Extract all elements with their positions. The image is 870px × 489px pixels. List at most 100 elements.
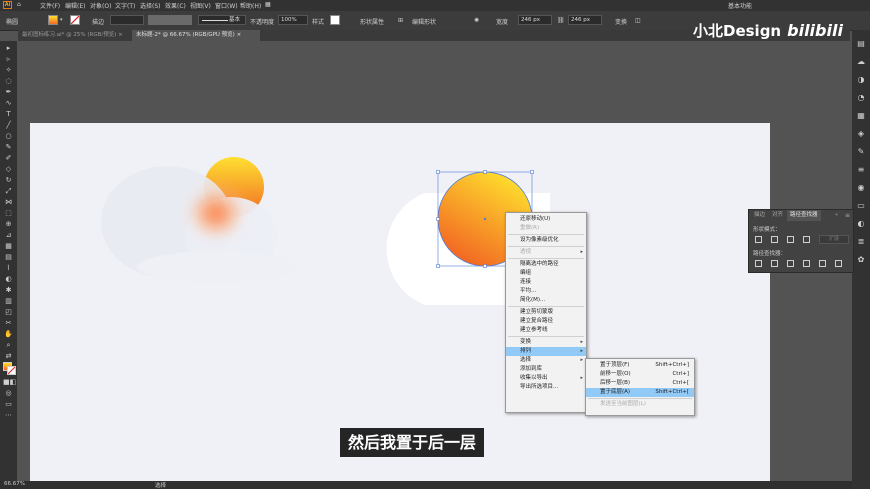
menu-item[interactable]: 建立剪切蒙版 bbox=[506, 308, 586, 317]
swatches-icon[interactable]: ▦ bbox=[856, 112, 866, 120]
menu-edit[interactable]: 编辑(E) bbox=[65, 1, 85, 10]
color-guide-icon[interactable]: ◔ bbox=[856, 94, 866, 102]
panel-collapse-icon[interactable]: « bbox=[835, 212, 838, 218]
menu-item[interactable]: 连接 bbox=[506, 278, 586, 287]
close-icon[interactable]: × bbox=[118, 32, 123, 38]
unite-icon[interactable] bbox=[755, 236, 762, 243]
hand-tool-icon[interactable]: ✋ bbox=[3, 330, 14, 338]
menu-item[interactable]: 建立复合路径 bbox=[506, 317, 586, 326]
stroke-color-swatch[interactable] bbox=[7, 366, 16, 375]
width-tool-icon[interactable]: ⋈ bbox=[3, 198, 14, 206]
mesh-tool-icon[interactable]: ▦ bbox=[3, 242, 14, 250]
direct-selection-tool-icon[interactable]: ▹ bbox=[3, 55, 14, 63]
menu-help[interactable]: 帮助(H) bbox=[240, 1, 261, 10]
menu-type[interactable]: 文字(T) bbox=[115, 1, 135, 10]
menu-item[interactable]: 平均... bbox=[506, 287, 586, 296]
color-icon[interactable]: ◑ bbox=[856, 76, 866, 84]
menu-item[interactable]: 简化(M)... bbox=[506, 296, 586, 305]
workspace-switcher[interactable]: 基本功能 bbox=[728, 1, 752, 10]
menu-item[interactable]: 选择 ▸ bbox=[506, 356, 586, 365]
selection-tool-icon[interactable]: ▸ bbox=[3, 44, 14, 52]
tab-stroke[interactable]: 描边 bbox=[751, 210, 768, 221]
stroke-panel-icon[interactable]: ≣ bbox=[856, 238, 866, 246]
opacity-input[interactable]: 100% bbox=[278, 15, 308, 25]
symbols-icon[interactable]: ✿ bbox=[856, 256, 866, 264]
eyedropper-icon[interactable]: ⌇ bbox=[3, 264, 14, 272]
edit-shape-button[interactable]: 编辑形状 bbox=[412, 17, 436, 26]
tab-pathfinder[interactable]: 路径查找器 bbox=[787, 210, 821, 221]
menu-item[interactable]: 置于底层(A) Shift+Ctrl+[ bbox=[586, 388, 694, 397]
menu-item[interactable]: 导出所选项目... bbox=[506, 383, 586, 392]
close-icon[interactable]: × bbox=[237, 32, 242, 38]
menu-file[interactable]: 文件(F) bbox=[40, 1, 60, 10]
menu-item[interactable]: 添加到库 bbox=[506, 365, 586, 374]
align-icon[interactable]: ⊞ bbox=[398, 17, 403, 24]
scale-tool-icon[interactable]: ⤢ bbox=[3, 187, 14, 195]
merge-icon[interactable] bbox=[787, 260, 794, 267]
free-transform-icon[interactable]: ⬚ bbox=[3, 209, 14, 217]
menu-view[interactable]: 视图(V) bbox=[190, 1, 211, 10]
stroke-weight-input[interactable] bbox=[110, 15, 144, 25]
minus-front-icon[interactable] bbox=[771, 236, 778, 243]
curvature-tool-icon[interactable]: ∿ bbox=[3, 99, 14, 107]
width-input[interactable]: 246 px bbox=[518, 15, 552, 25]
perspective-grid-icon[interactable]: ⊿ bbox=[3, 231, 14, 239]
gradient-tool-icon[interactable]: ▤ bbox=[3, 253, 14, 261]
crop-icon[interactable] bbox=[803, 260, 810, 267]
blend-tool-icon[interactable]: ◐ bbox=[3, 275, 14, 283]
libraries-icon[interactable]: ☁ bbox=[856, 58, 866, 66]
home-icon[interactable]: ⌂ bbox=[17, 1, 21, 8]
menu-effect[interactable]: 效果(C) bbox=[165, 1, 186, 10]
line-tool-icon[interactable]: ╱ bbox=[3, 121, 14, 129]
symbol-sprayer-icon[interactable]: ✱ bbox=[3, 286, 14, 294]
menu-select[interactable]: 选择(S) bbox=[140, 1, 161, 10]
menu-object[interactable]: 对象(O) bbox=[90, 1, 111, 10]
color-mode-icons[interactable]: ■◧ bbox=[3, 378, 16, 386]
shaper-tool-icon[interactable]: ✐ bbox=[3, 154, 14, 162]
draw-mode-icon[interactable]: ◎ bbox=[3, 389, 14, 397]
menu-item[interactable]: 后移一层(B) Ctrl+[ bbox=[586, 379, 694, 388]
paintbrush-icon[interactable]: ✎ bbox=[3, 143, 14, 151]
divide-icon[interactable] bbox=[755, 260, 762, 267]
brushes-icon[interactable]: ✎ bbox=[856, 148, 866, 156]
menu-item[interactable]: 隔离选中的路径 bbox=[506, 260, 586, 269]
shape-builder-icon[interactable]: ⊕ bbox=[3, 220, 14, 228]
transparency-icon[interactable]: ◐ bbox=[856, 220, 866, 228]
zoom-level[interactable]: 66.67% bbox=[4, 481, 25, 487]
isolate-icon[interactable]: ◫ bbox=[635, 17, 641, 24]
trim-icon[interactable] bbox=[771, 260, 778, 267]
menu-item[interactable]: 设为像素级优化 bbox=[506, 236, 586, 245]
transform-label[interactable]: 变换 bbox=[615, 17, 627, 26]
workspace-grid-icon[interactable]: ▦ bbox=[265, 1, 271, 8]
artboard-tool-icon[interactable]: ◰ bbox=[3, 308, 14, 316]
menu-item[interactable]: 还原移动(U) bbox=[506, 215, 586, 224]
menu-item[interactable]: 变换 ▸ bbox=[506, 338, 586, 347]
rotate-tool-icon[interactable]: ↻ bbox=[3, 176, 14, 184]
properties-icon[interactable]: ▤ bbox=[856, 40, 866, 48]
link-proportions-icon[interactable]: ⛓ bbox=[557, 17, 565, 24]
fill-swatch[interactable] bbox=[48, 15, 58, 25]
tab-document-1[interactable]: 最初图标练习.ai* @ 25% (RGB/预览) × bbox=[18, 30, 130, 41]
menu-window[interactable]: 窗口(W) bbox=[215, 1, 238, 10]
column-graph-icon[interactable]: ▥ bbox=[3, 297, 14, 305]
eraser-icon[interactable]: ◇ bbox=[3, 165, 14, 173]
exclude-icon[interactable] bbox=[803, 236, 810, 243]
slice-tool-icon[interactable]: ✂ bbox=[3, 319, 14, 327]
height-input[interactable]: 246 px bbox=[568, 15, 602, 25]
variable-width-profile[interactable] bbox=[148, 15, 192, 25]
menu-item[interactable]: 收集以导出 ▸ bbox=[506, 374, 586, 383]
screen-mode-icon[interactable]: ▭ bbox=[3, 400, 14, 408]
appearance-icon[interactable]: ◉ bbox=[856, 184, 866, 192]
shape-properties-label[interactable]: 形状属性 bbox=[360, 17, 384, 26]
lasso-icon[interactable]: ◌ bbox=[3, 77, 14, 85]
align-panel-icon[interactable]: ≡ bbox=[856, 166, 866, 174]
gradient-panel-icon[interactable]: ▭ bbox=[856, 202, 866, 210]
menu-item[interactable]: 编组 bbox=[506, 269, 586, 278]
minus-back-icon[interactable] bbox=[835, 260, 842, 267]
fill-dropdown-chevron-icon[interactable]: ▾ bbox=[60, 17, 63, 23]
intersect-icon[interactable] bbox=[787, 236, 794, 243]
recolor-icon[interactable]: ✺ bbox=[474, 17, 479, 24]
swap-fill-stroke-icon[interactable]: ⇄ bbox=[3, 352, 14, 360]
pen-tool-icon[interactable]: ✒ bbox=[3, 88, 14, 96]
magic-wand-icon[interactable]: ✧ bbox=[3, 66, 14, 74]
